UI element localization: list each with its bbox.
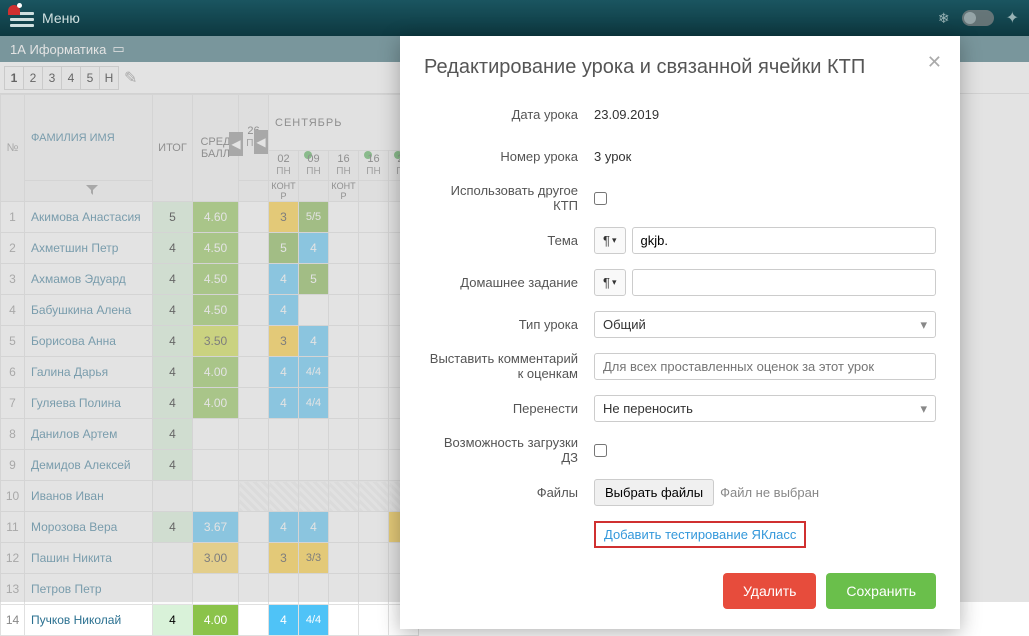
value-num: 3 урок bbox=[594, 149, 936, 164]
menu-icon[interactable] bbox=[10, 9, 34, 27]
label-transfer: Перенести bbox=[424, 401, 594, 416]
label-num: Номер урока bbox=[424, 149, 594, 164]
label-topic: Тема bbox=[424, 233, 594, 248]
table-row: 14Пучков Николай44.0044/4 bbox=[1, 605, 419, 636]
close-icon[interactable]: ✕ bbox=[927, 52, 942, 73]
yaklass-link[interactable]: Добавить тестирование ЯКласс bbox=[604, 527, 796, 542]
pilcrow-button-hw[interactable]: ¶▾ bbox=[594, 269, 626, 296]
topbar: Меню ❄ ✦ bbox=[0, 0, 1029, 36]
edit-lesson-modal: ✕ Редактирование урока и связанной ячейк… bbox=[400, 36, 960, 629]
label-date: Дата урока bbox=[424, 107, 594, 122]
snowflake-icon[interactable]: ❄ bbox=[938, 10, 950, 27]
homework-input[interactable] bbox=[632, 269, 936, 296]
menu-label[interactable]: Меню bbox=[42, 10, 80, 26]
student-name[interactable]: Пучков Николай bbox=[25, 605, 153, 636]
file-hint: Файл не выбран bbox=[720, 485, 819, 500]
topic-input[interactable] bbox=[632, 227, 936, 254]
comment-input[interactable] bbox=[594, 353, 936, 380]
choose-files-button[interactable]: Выбрать файлы bbox=[594, 479, 714, 506]
label-type: Тип урока bbox=[424, 317, 594, 332]
pilcrow-button[interactable]: ¶▾ bbox=[594, 227, 626, 254]
label-comment: Выставить комментарий к оценкам bbox=[424, 351, 594, 381]
label-homework: Домашнее задание bbox=[424, 275, 594, 290]
label-upload: Возможность загрузки ДЗ bbox=[424, 435, 594, 465]
value-date: 23.09.2019 bbox=[594, 107, 936, 122]
theme-toggle[interactable] bbox=[962, 10, 994, 26]
transfer-select[interactable]: Не переносить bbox=[594, 395, 936, 422]
type-select[interactable]: Общий bbox=[594, 311, 936, 338]
other-ktp-checkbox[interactable] bbox=[594, 192, 607, 205]
modal-title: Редактирование урока и связанной ячейки … bbox=[424, 56, 936, 79]
label-files: Файлы bbox=[424, 485, 594, 500]
upload-checkbox[interactable] bbox=[594, 444, 607, 457]
delete-button[interactable]: Удалить bbox=[723, 573, 816, 609]
save-button[interactable]: Сохранить bbox=[826, 573, 936, 609]
magic-icon[interactable]: ✦ bbox=[1006, 8, 1019, 28]
label-other-ktp: Использовать другое КТП bbox=[424, 183, 594, 213]
